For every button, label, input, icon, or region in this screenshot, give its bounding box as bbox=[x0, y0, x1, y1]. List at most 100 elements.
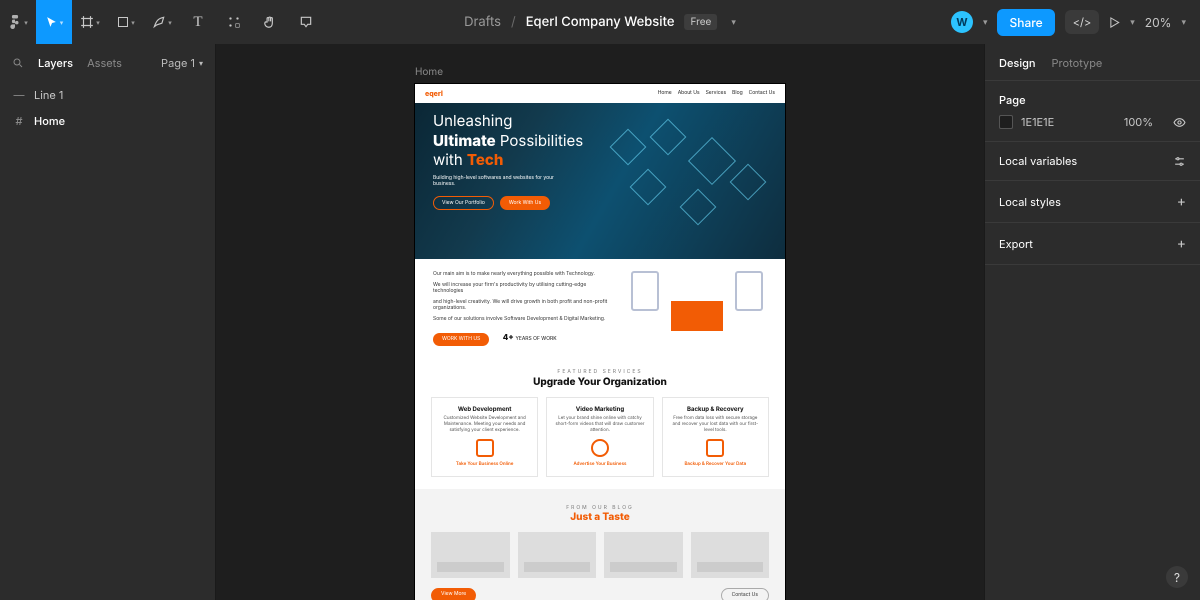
hero-work-button: Work With Us bbox=[500, 196, 550, 211]
shape-tool-button[interactable]: ▾ bbox=[108, 0, 144, 44]
layer-list: — Line 1 # Home bbox=[0, 76, 215, 134]
section-title-page: Page bbox=[999, 93, 1186, 107]
comment-icon bbox=[299, 15, 313, 29]
blog-thumb bbox=[691, 532, 770, 578]
view-more-button: View More bbox=[431, 588, 476, 600]
layer-row[interactable]: — Line 1 bbox=[0, 82, 215, 108]
canvas[interactable]: Home eqerl Home About Us Services Blog C… bbox=[216, 44, 984, 600]
visibility-icon[interactable] bbox=[1173, 116, 1186, 129]
service-cards: Web Development Customized Website Devel… bbox=[415, 397, 785, 489]
avatar[interactable]: W bbox=[951, 11, 973, 33]
breadcrumb: Drafts / Eqerl Company Website Free ▾ bbox=[464, 0, 736, 44]
chevron-down-icon[interactable]: ▾ bbox=[983, 17, 988, 28]
move-tool-button[interactable]: ▾ bbox=[36, 0, 72, 44]
share-button[interactable]: Share bbox=[997, 9, 1054, 36]
page-bg-hex[interactable]: 1E1E1E bbox=[1021, 115, 1054, 129]
breadcrumb-drafts[interactable]: Drafts bbox=[464, 14, 501, 30]
chevron-down-icon: ▾ bbox=[131, 18, 135, 27]
blog-section: FROM OUR BLOG Just a Taste View More Con… bbox=[415, 489, 785, 600]
figma-logo-icon bbox=[8, 15, 22, 29]
tab-prototype[interactable]: Prototype bbox=[1052, 56, 1103, 70]
nav-links: Home About Us Services Blog Contact Us bbox=[658, 90, 775, 97]
chevron-down-icon: ▾ bbox=[60, 18, 64, 27]
devmode-button[interactable]: </> bbox=[1065, 10, 1100, 34]
page-background-row[interactable]: 1E1E1E 100% bbox=[999, 115, 1186, 129]
chevron-down-icon[interactable]: ▾ bbox=[731, 17, 736, 28]
nav-link: Contact Us bbox=[749, 90, 775, 97]
frame-icon: # bbox=[12, 114, 26, 128]
site-logo: eqerl bbox=[425, 89, 443, 98]
hand-icon bbox=[263, 15, 277, 29]
nav-link: Services bbox=[706, 90, 727, 97]
hero-subtext: Building high-level softwares and websit… bbox=[433, 175, 573, 188]
chevron-down-icon[interactable]: ▾ bbox=[1181, 17, 1186, 28]
nav-link: Blog bbox=[732, 90, 743, 97]
chevron-down-icon: ▾ bbox=[168, 18, 172, 27]
hero-section: eqerl Home About Us Services Blog Contac… bbox=[415, 84, 785, 259]
layer-name: Line 1 bbox=[34, 88, 63, 102]
web-icon bbox=[476, 439, 494, 457]
chevron-down-icon: ▾ bbox=[199, 58, 203, 68]
tab-assets[interactable]: Assets bbox=[87, 56, 122, 70]
left-panel: Layers Assets Page 1 ▾ — Line 1 # Home bbox=[0, 44, 216, 600]
chevron-down-icon: ▾ bbox=[96, 18, 100, 27]
layer-name: Home bbox=[34, 114, 65, 128]
page-selector[interactable]: Page 1 ▾ bbox=[161, 56, 203, 70]
search-icon[interactable] bbox=[12, 57, 24, 69]
figma-menu-button[interactable]: ▾ bbox=[0, 0, 36, 44]
export-label: Export bbox=[999, 237, 1033, 251]
service-card: Web Development Customized Website Devel… bbox=[431, 397, 538, 477]
resources-icon bbox=[227, 15, 241, 29]
color-swatch[interactable] bbox=[999, 115, 1013, 129]
page-bg-opacity[interactable]: 100% bbox=[1124, 115, 1153, 129]
blog-thumb bbox=[518, 532, 597, 578]
years-stat: 4+ YEARS OF WORK bbox=[503, 332, 557, 343]
hero-portfolio-button: View Our Portfolio bbox=[433, 196, 494, 211]
line-icon: — bbox=[12, 88, 26, 102]
top-toolbar-right: W ▾ Share </> ▷ ▾ 20% ▾ bbox=[951, 9, 1200, 36]
intro-section: Our main aim is to make nearly everythin… bbox=[415, 259, 785, 363]
section-local-variables[interactable]: Local variables bbox=[985, 142, 1200, 181]
section-local-styles[interactable]: Local styles + bbox=[985, 181, 1200, 223]
chevron-down-icon: ▾ bbox=[24, 18, 28, 27]
zoom-display[interactable]: 20% bbox=[1145, 15, 1172, 30]
tab-layers[interactable]: Layers bbox=[38, 56, 73, 70]
present-button[interactable]: ▷ bbox=[1109, 15, 1120, 30]
contact-us-button: Contact Us bbox=[721, 588, 769, 600]
site-nav: eqerl Home About Us Services Blog Contac… bbox=[415, 84, 785, 103]
work-with-us-button: WORK WITH US bbox=[433, 333, 489, 346]
intro-diagram bbox=[627, 271, 767, 351]
breadcrumb-separator: / bbox=[511, 14, 516, 30]
local-variables-label: Local variables bbox=[999, 154, 1077, 168]
frame-label[interactable]: Home bbox=[415, 66, 443, 78]
pen-tool-button[interactable]: ▾ bbox=[144, 0, 180, 44]
service-card: Video Marketing Let your brand shine onl… bbox=[546, 397, 653, 477]
text-tool-button[interactable]: T bbox=[180, 0, 216, 44]
chevron-down-icon[interactable]: ▾ bbox=[1130, 17, 1135, 28]
hand-tool-button[interactable] bbox=[252, 0, 288, 44]
cursor-icon bbox=[45, 16, 58, 29]
plus-icon[interactable]: + bbox=[1177, 235, 1186, 252]
artboard-home[interactable]: eqerl Home About Us Services Blog Contac… bbox=[415, 84, 785, 600]
tab-design[interactable]: Design bbox=[999, 56, 1036, 70]
breadcrumb-filename[interactable]: Eqerl Company Website bbox=[526, 14, 675, 30]
plan-badge[interactable]: Free bbox=[685, 14, 718, 30]
nav-link: Home bbox=[658, 90, 672, 97]
right-panel: Design Prototype Page 1E1E1E 100% Local … bbox=[984, 44, 1200, 600]
plus-icon[interactable]: + bbox=[1177, 193, 1186, 210]
pen-icon bbox=[152, 15, 166, 29]
frame-icon bbox=[80, 15, 94, 29]
blog-thumb bbox=[604, 532, 683, 578]
text-icon: T bbox=[193, 14, 202, 31]
resources-tool-button[interactable] bbox=[216, 0, 252, 44]
tool-group-left: ▾ ▾ ▾ ▾ ▾ T bbox=[0, 0, 324, 44]
nav-link: About Us bbox=[678, 90, 700, 97]
settings-icon[interactable] bbox=[1173, 155, 1186, 168]
comment-tool-button[interactable] bbox=[288, 0, 324, 44]
megaphone-icon bbox=[591, 439, 609, 457]
frame-tool-button[interactable]: ▾ bbox=[72, 0, 108, 44]
layer-row[interactable]: # Home bbox=[0, 108, 215, 134]
help-button[interactable]: ? bbox=[1166, 566, 1188, 588]
blog-thumb bbox=[431, 532, 510, 578]
section-export[interactable]: Export + bbox=[985, 223, 1200, 265]
